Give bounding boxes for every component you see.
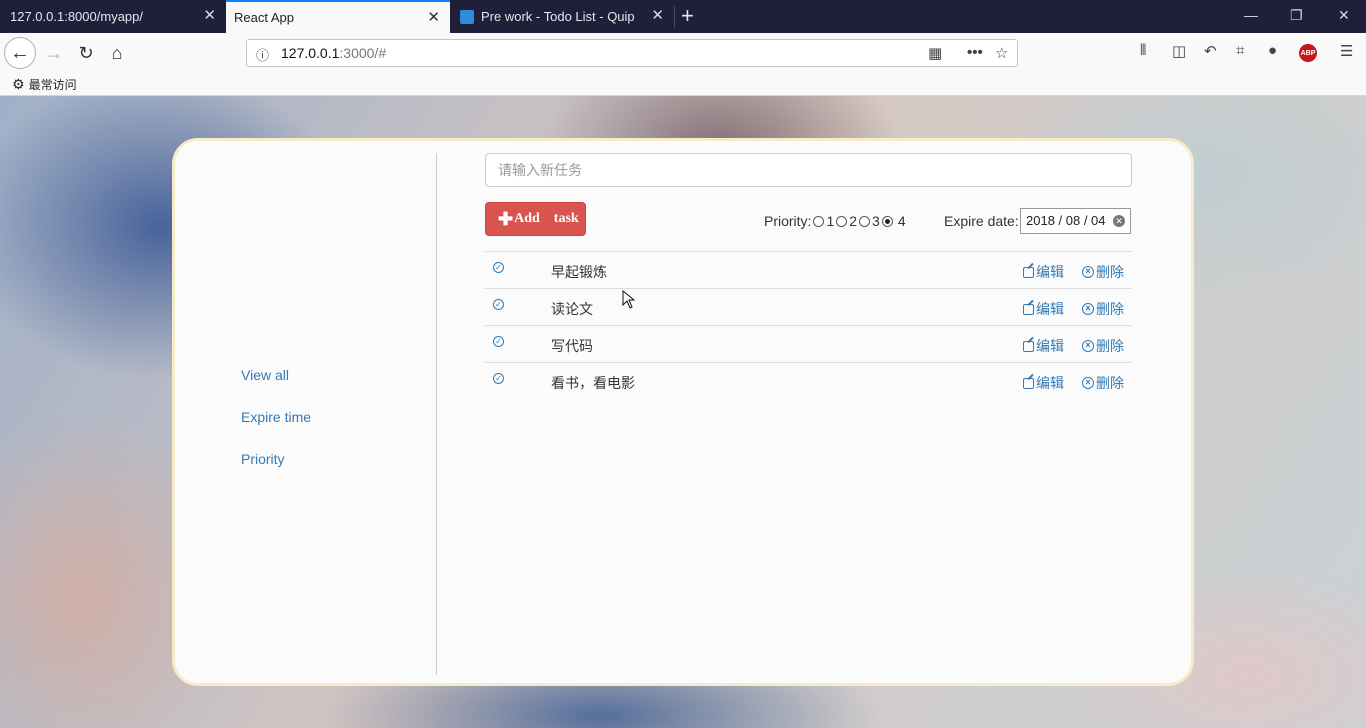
sidebar-icon[interactable]: ◫ (1172, 42, 1186, 60)
tab-divider (674, 6, 675, 28)
tab-close-icon[interactable]: ✕ (427, 10, 440, 26)
sidebar-divider (436, 153, 437, 675)
forward-icon[interactable]: → (40, 39, 68, 67)
check-circle-icon[interactable]: ✓ (493, 373, 504, 384)
add-label: Add (514, 211, 540, 226)
tab-close-icon[interactable]: ✕ (203, 8, 216, 24)
remove-circle-icon: × (1082, 266, 1094, 278)
table-row: ✓ 看书，看电影 编辑 × 删除 (485, 362, 1132, 399)
bookmarks-toolbar: ⚙ 最常访问 (0, 73, 1366, 96)
priority-selector: Priority: 1 2 3 4 (764, 213, 906, 229)
task-name: 早起锻炼 (551, 264, 607, 280)
delete-button[interactable]: × 删除 (1082, 373, 1124, 393)
priority-option-3: 3 (872, 213, 880, 229)
qr-code-icon[interactable]: ▦ (928, 44, 942, 62)
delete-button[interactable]: × 删除 (1082, 262, 1124, 282)
edit-icon (1023, 377, 1034, 389)
clear-date-icon[interactable]: ✕ (1113, 215, 1125, 227)
remove-circle-icon: × (1082, 303, 1094, 315)
page-actions-icon[interactable]: ••• (967, 44, 983, 61)
window-close-icon[interactable]: ✕ (1338, 7, 1350, 24)
crop-icon[interactable]: ⌗ (1236, 42, 1244, 59)
sidebar-item-priority[interactable]: Priority (241, 451, 285, 467)
adblock-icon[interactable]: ABP (1299, 44, 1317, 62)
bookmark-star-icon[interactable]: ☆ (995, 44, 1008, 62)
sidebar-item-expire-time[interactable]: Expire time (241, 409, 311, 425)
new-task-input[interactable] (485, 153, 1132, 187)
task-label: task (553, 211, 579, 226)
browser-tab-strip: 127.0.0.1:8000/myapp/ ✕ React App ✕ Pre … (0, 0, 1366, 33)
edit-button[interactable]: 编辑 (1023, 299, 1064, 319)
task-name: 读论文 (551, 301, 593, 317)
check-circle-icon[interactable]: ✓ (493, 299, 504, 310)
task-name: 看书，看电影 (551, 375, 635, 391)
undo-icon[interactable]: ↶ (1204, 42, 1217, 60)
url-text: 127.0.0.1:3000/# (281, 45, 387, 61)
tab-close-icon[interactable]: ✕ (651, 8, 664, 24)
chat-icon[interactable]: ● (1268, 42, 1277, 59)
check-circle-icon[interactable]: ✓ (493, 262, 504, 273)
mouse-cursor-icon (622, 290, 636, 309)
quip-favicon-icon (460, 9, 474, 24)
tab-label: Pre work - Todo List - Quip (481, 9, 635, 24)
priority-radio-4[interactable] (881, 215, 893, 227)
reload-icon[interactable]: ↻ (72, 39, 100, 67)
priority-radio-2[interactable] (836, 215, 848, 227)
delete-button[interactable]: × 删除 (1082, 299, 1124, 319)
site-info-icon[interactable]: ⓘ (256, 45, 269, 64)
home-icon[interactable]: ⌂ (103, 39, 131, 67)
priority-option-2: 2 (849, 213, 858, 229)
edit-icon (1023, 340, 1034, 352)
remove-circle-icon: × (1082, 340, 1094, 352)
edit-icon (1023, 266, 1034, 278)
priority-radio-3[interactable] (859, 215, 871, 227)
task-table: ✓ 早起锻炼 编辑 × 删除 ✓ 读论文 编辑 × 删除 ✓ 写代码 编辑 × 删除 … (485, 251, 1132, 399)
priority-radio-1[interactable] (813, 215, 825, 227)
tab-label: React App (234, 10, 294, 25)
priority-label: Priority: (764, 213, 812, 229)
bookmark-most-visited[interactable]: ⚙ 最常访问 (12, 76, 77, 93)
new-tab-icon[interactable]: + (681, 4, 694, 28)
tab-label: 127.0.0.1:8000/myapp/ (10, 9, 143, 24)
expire-date-label: Expire date: (944, 213, 1019, 229)
todo-app-card: View all Expire time Priority ✚ Add task… (172, 138, 1194, 686)
edit-button[interactable]: 编辑 (1023, 262, 1064, 282)
tab-myapp[interactable]: 127.0.0.1:8000/myapp/ ✕ (0, 0, 226, 33)
task-name: 写代码 (551, 338, 593, 354)
expire-date-value: 2018 / 08 / 04 (1026, 213, 1106, 228)
table-row: ✓ 写代码 编辑 × 删除 (485, 325, 1132, 362)
add-task-button[interactable]: ✚ Add task (485, 202, 586, 236)
library-icon[interactable]: ⫴ (1140, 42, 1146, 59)
tab-react-app[interactable]: React App ✕ (226, 0, 450, 33)
sidebar-item-view-all[interactable]: View all (241, 367, 289, 383)
edit-button[interactable]: 编辑 (1023, 373, 1064, 393)
menu-icon[interactable]: ☰ (1340, 42, 1353, 60)
page-background: View all Expire time Priority ✚ Add task… (0, 96, 1366, 728)
restore-icon[interactable]: ❐ (1290, 7, 1303, 24)
expire-date-input[interactable]: 2018 / 08 / 04 ✕ (1020, 208, 1131, 234)
url-bar[interactable]: ⓘ 127.0.0.1:3000/# ▦ ••• ☆ (246, 39, 1018, 67)
edit-button[interactable]: 编辑 (1023, 336, 1064, 356)
edit-icon (1023, 303, 1034, 315)
check-circle-icon[interactable]: ✓ (493, 336, 504, 347)
bookmark-label: 最常访问 (28, 78, 77, 92)
back-icon[interactable]: ← (4, 37, 36, 69)
plus-icon: ✚ (498, 208, 514, 229)
gear-icon: ⚙ (12, 76, 25, 92)
remove-circle-icon: × (1082, 377, 1094, 389)
table-row: ✓ 读论文 编辑 × 删除 (485, 288, 1132, 325)
table-row: ✓ 早起锻炼 编辑 × 删除 (485, 251, 1132, 288)
delete-button[interactable]: × 删除 (1082, 336, 1124, 356)
navigation-toolbar: ← → ↻ ⌂ ⓘ 127.0.0.1:3000/# ▦ ••• ☆ ⫴ ◫ ↶… (0, 33, 1366, 73)
priority-option-1: 1 (826, 213, 835, 229)
tab-quip[interactable]: Pre work - Todo List - Quip ✕ (450, 0, 674, 33)
minimize-icon[interactable]: — (1244, 7, 1258, 23)
priority-option-4: 4 (897, 213, 906, 229)
